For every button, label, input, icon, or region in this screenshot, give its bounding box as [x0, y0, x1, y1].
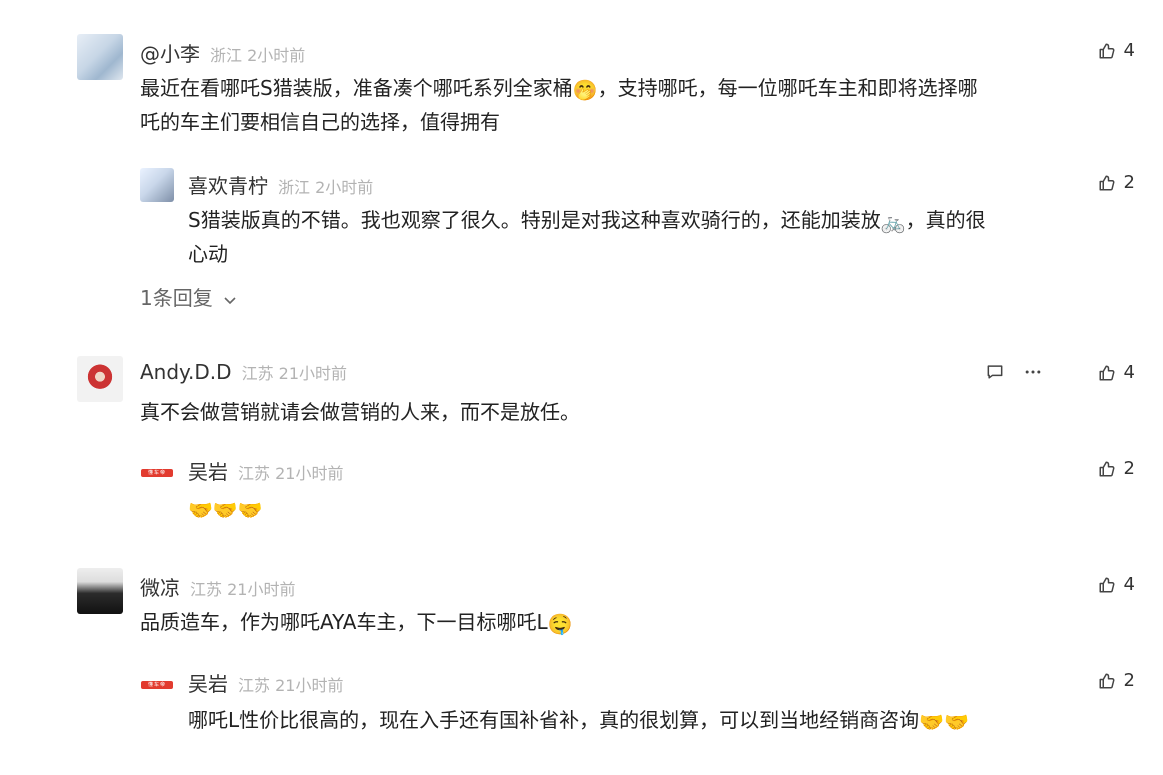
- badge-dongchedi: 懂车帝: [141, 469, 173, 477]
- like-count: 4: [1123, 574, 1135, 595]
- reply-text: 🤝🤝🤝: [188, 492, 1128, 526]
- reply-like-count: 2: [1123, 670, 1135, 691]
- emoji: 🤝🤝🤝: [188, 498, 263, 522]
- region-time: 江苏 21小时前: [241, 364, 348, 383]
- reply-like-button[interactable]: 2: [1098, 458, 1135, 479]
- comment-icon[interactable]: [985, 362, 1005, 382]
- reply-meta: 喜欢青柠 浙江 2小时前: [188, 170, 373, 199]
- like-button[interactable]: 4: [1098, 574, 1135, 595]
- reply-user-name[interactable]: 喜欢青柠: [188, 170, 268, 199]
- reply-avatar[interactable]: 懂车帝: [140, 668, 174, 702]
- reply-text: 哪吒L性价比很高的，现在入手还有国补省补，真的很划算，可以到当地经销商咨询🤝🤝: [188, 708, 969, 734]
- view-replies-button[interactable]: 1条回复: [140, 282, 237, 311]
- thumbs-up-icon: [1099, 175, 1115, 190]
- reply-meta: 吴岩 江苏 21小时前: [188, 456, 343, 485]
- like-count: 4: [1123, 362, 1135, 383]
- reply-region-time: 江苏 21小时前: [238, 676, 344, 695]
- reply-region-time: 江苏 21小时前: [238, 464, 344, 483]
- comment-tools: [985, 362, 1043, 382]
- thumbs-up-icon: [1099, 365, 1115, 380]
- thumbs-up-icon: [1099, 43, 1115, 58]
- user-name[interactable]: Andy.D.D: [140, 360, 232, 384]
- user-name[interactable]: 微凉: [140, 572, 180, 601]
- reply-like-count: 2: [1123, 458, 1135, 479]
- avatar[interactable]: [77, 568, 123, 614]
- reply-avatar[interactable]: [140, 168, 174, 202]
- thumbs-up-icon: [1099, 461, 1115, 476]
- emoji: 🤤: [547, 612, 573, 636]
- badge-dongchedi: 懂车帝: [141, 681, 173, 689]
- avatar[interactable]: [77, 34, 123, 80]
- thumbs-up-icon: [1099, 577, 1115, 592]
- reply-user-name[interactable]: 吴岩: [188, 668, 228, 697]
- emoji: 🚲: [880, 210, 906, 234]
- reply-user-name[interactable]: 吴岩: [188, 456, 228, 485]
- comment-text: 最近在看哪吒S猎装版，准备凑个哪吒系列全家桶🤭，支持哪吒，每一位哪吒车主和即将选…: [140, 76, 978, 134]
- comment-text: 品质造车，作为哪吒AYA车主，下一目标哪吒L🤤: [140, 610, 573, 636]
- like-button[interactable]: 4: [1098, 40, 1135, 61]
- reply-meta: 吴岩 江苏 21小时前: [188, 668, 343, 697]
- region-time: 江苏 21小时前: [190, 580, 296, 599]
- user-name[interactable]: @小李: [140, 38, 200, 67]
- reply-region-time: 浙江 2小时前: [278, 178, 374, 197]
- emoji: 🤭: [572, 78, 598, 102]
- thumbs-up-icon: [1099, 673, 1115, 688]
- reply-like-count: 2: [1123, 172, 1135, 193]
- chevron-down-icon: [224, 297, 236, 305]
- reply-text: S猎装版真的不错。我也观察了很久。特别是对我这种喜欢骑行的，还能加装放🚲，真的很…: [188, 208, 986, 266]
- more-icon[interactable]: [1023, 362, 1043, 382]
- region-time: 浙江 2小时前: [210, 46, 306, 65]
- reply-like-button[interactable]: 2: [1098, 670, 1135, 691]
- like-button[interactable]: 4: [1098, 362, 1135, 383]
- like-count: 4: [1123, 40, 1135, 61]
- reply-avatar[interactable]: 懂车帝: [140, 456, 174, 490]
- comment-meta: Andy.D.D 江苏 21小时前: [140, 360, 347, 384]
- emoji: 🤝🤝: [919, 710, 969, 734]
- comment-meta: @小李 浙江 2小时前: [140, 38, 305, 67]
- reply-like-button[interactable]: 2: [1098, 172, 1135, 193]
- comment-text: 真不会做营销就请会做营销的人来，而不是放任。: [140, 400, 580, 424]
- avatar[interactable]: [77, 356, 123, 402]
- comment-meta: 微凉 江苏 21小时前: [140, 572, 295, 601]
